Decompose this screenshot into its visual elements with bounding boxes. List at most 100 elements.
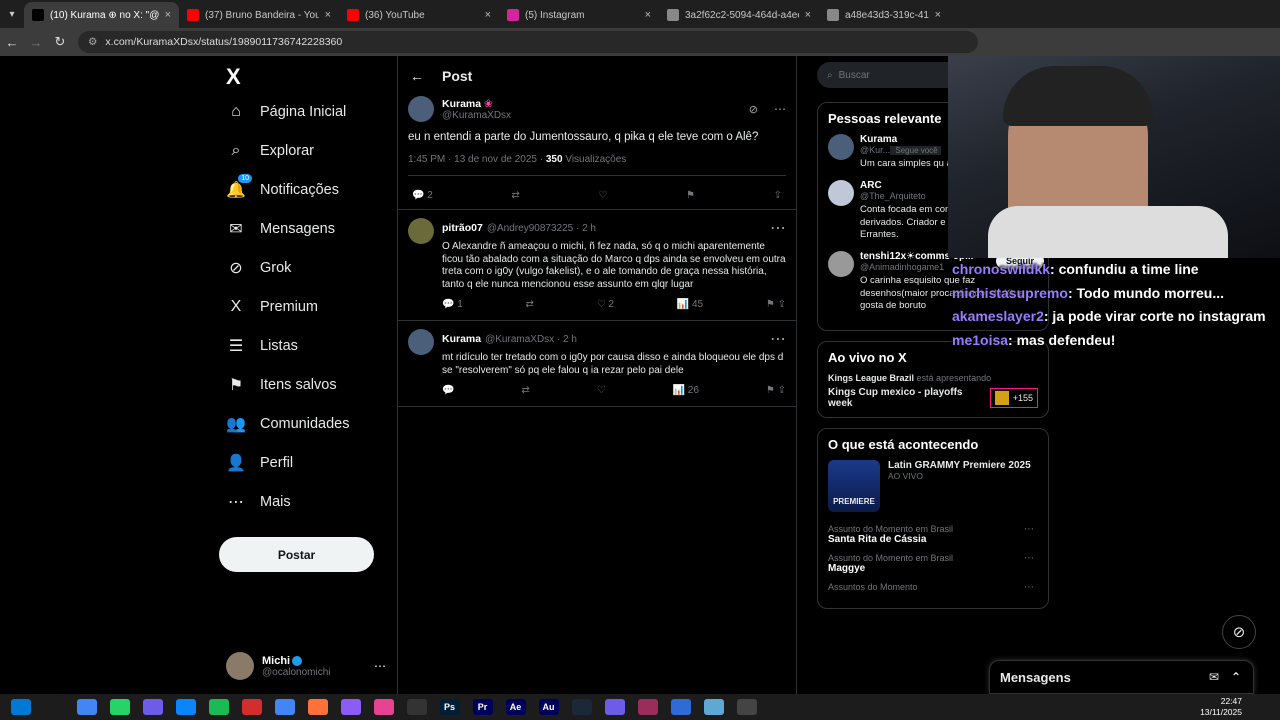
views-button[interactable]: 📊 45 [677, 299, 703, 310]
messages-drawer[interactable]: Mensagens ✉ ⌃ [989, 660, 1254, 694]
new-message-icon[interactable]: ✉ [1209, 670, 1219, 684]
more-icon[interactable]: ⋯ [374, 659, 386, 673]
tweet-time[interactable]: 1:45 PM · 13 de nov de 2025 · [408, 154, 546, 165]
taskbar-ae-icon[interactable]: Ae [505, 699, 526, 715]
taskbar-chrome-icon[interactable] [274, 699, 295, 715]
more-icon[interactable]: ⋯ [1024, 553, 1034, 564]
nav-item-página-inicial[interactable]: ⌂ Página Inicial [226, 102, 346, 122]
taskbar-search-icon[interactable] [43, 699, 64, 715]
trending-event[interactable]: PREMIERE Latin GRAMMY Premiere 2025 AO V… [828, 460, 1038, 513]
close-tab-icon[interactable]: × [805, 9, 811, 21]
post-button[interactable]: Postar [219, 537, 374, 572]
taskbar-chrome-icon[interactable] [76, 699, 97, 715]
taskbar-pr-icon[interactable]: Pr [472, 699, 493, 715]
grok-icon[interactable]: ⊘ [749, 103, 758, 116]
trend-item[interactable]: Assuntos do Momento ⋯ [828, 582, 1038, 593]
more-icon[interactable]: ⋯ [1024, 524, 1034, 535]
bookmark-button[interactable]: ⚑ ⇪ [766, 299, 786, 310]
nav-item-grok[interactable]: ⊘ Grok [226, 258, 291, 278]
taskbar-whatsapp-icon[interactable] [109, 699, 130, 715]
browser-tab[interactable]: (10) Kurama ⊕ no X: "@The_Arq × [24, 2, 179, 28]
taskbar-obs-icon[interactable] [604, 699, 625, 715]
reply-button[interactable]: 💬 2 [412, 190, 433, 201]
url-field[interactable]: ⚙ x.com/KuramaXDsx/status/19890117367422… [78, 31, 978, 53]
reply-button[interactable]: 💬 [442, 385, 454, 396]
account-switcher[interactable]: Michi @ocalonomichi ⋯ [226, 648, 386, 684]
avatar[interactable] [408, 218, 434, 245]
taskbar-app-icon[interactable] [736, 699, 757, 715]
more-icon[interactable]: ⋯ [1024, 582, 1034, 593]
reply-tweet[interactable]: Kurama @KuramaXDsx · 2 h ⋯ mt ridículo ter … [398, 321, 796, 406]
back-button[interactable]: ← [0, 35, 24, 50]
nav-item-explorar[interactable]: ⌕ Explorar [226, 141, 314, 161]
avatar[interactable] [408, 329, 434, 356]
avatar[interactable] [408, 96, 434, 122]
bookmark-button[interactable]: ⚑ ⇪ [766, 385, 786, 396]
author-name[interactable]: pitrão07 [442, 222, 483, 234]
taskbar-opera-icon[interactable] [241, 699, 262, 715]
tab-search-button[interactable]: ▾ [0, 0, 24, 28]
taskbar-spotify-icon[interactable] [208, 699, 229, 715]
taskbar-au-icon[interactable]: Au [538, 699, 559, 715]
nav-item-mais[interactable]: ⋯ Mais [226, 492, 291, 512]
close-tab-icon[interactable]: × [325, 9, 331, 21]
trend-item[interactable]: Assunto do Momento em Brasil Maggye ⋯ [828, 553, 1038, 574]
more-icon[interactable]: ⋯ [770, 218, 786, 238]
browser-tab[interactable]: a48e43d3-319c-41e0-bad6-3e × [819, 2, 949, 28]
close-tab-icon[interactable]: × [165, 9, 171, 21]
reply-button[interactable]: 💬 1 [442, 299, 463, 310]
close-tab-icon[interactable]: × [935, 9, 941, 21]
taskbar-start-icon[interactable] [10, 699, 31, 715]
system-clock[interactable]: 22:47 13/11/2025 [1200, 696, 1242, 719]
repost-button[interactable]: ⇄ [521, 385, 529, 396]
browser-tab[interactable]: (5) Instagram × [499, 2, 659, 28]
share-button[interactable]: ⇪ [774, 190, 782, 201]
repost-button[interactable]: ⇄ [526, 299, 534, 310]
repost-button[interactable]: ⇄ [511, 190, 519, 201]
back-arrow-icon[interactable]: ← [410, 68, 424, 84]
expand-icon[interactable]: ⌃ [1231, 670, 1241, 684]
nav-item-notificações[interactable]: 🔔 10 Notificações [226, 174, 339, 200]
more-icon[interactable]: ⋯ [770, 329, 786, 349]
author-handle[interactable]: @KuramaXDsx [442, 110, 741, 121]
grok-floating-button[interactable]: ⊘ [1222, 615, 1256, 649]
nav-item-listas[interactable]: ☰ Listas [226, 336, 298, 356]
author-handle[interactable]: @KuramaXDsx · 2 h [485, 334, 577, 345]
taskbar-steam-icon[interactable] [571, 699, 592, 715]
views-button[interactable]: 📊 26 [673, 385, 699, 396]
taskbar-edge-icon[interactable] [175, 699, 196, 715]
more-icon[interactable]: ⋯ [774, 102, 786, 116]
taskbar-app-icon[interactable] [703, 699, 724, 715]
reply-tweet[interactable]: pitrão07 @Andrey90873225 · 2 h ⋯ O Alexandr… [398, 210, 796, 320]
like-button[interactable]: ♡ [598, 190, 607, 201]
taskbar-app-icon[interactable] [142, 699, 163, 715]
taskbar-ps-icon[interactable]: Ps [439, 699, 460, 715]
like-button[interactable]: ♡ 2 [597, 299, 614, 310]
taskbar-app-icon[interactable] [340, 699, 361, 715]
nav-item-mensagens[interactable]: ✉ Mensagens [226, 219, 335, 239]
taskbar-app-icon[interactable] [373, 699, 394, 715]
browser-tab[interactable]: (36) YouTube × [339, 2, 499, 28]
close-tab-icon[interactable]: × [645, 9, 651, 21]
browser-tab[interactable]: 3a2f62c2-5094-464d-a4ee-5f5 × [659, 2, 819, 28]
bookmark-button[interactable]: ⚑ [686, 190, 695, 201]
author-name[interactable]: Kurama [442, 333, 481, 345]
author-name[interactable]: Kurama [442, 98, 481, 110]
taskbar-notion-icon[interactable] [406, 699, 427, 715]
forward-button[interactable]: → [24, 35, 48, 50]
trend-item[interactable]: Assunto do Momento em Brasil Santa Rita d… [828, 524, 1038, 545]
close-tab-icon[interactable]: × [485, 9, 491, 21]
taskbar-app-icon[interactable] [637, 699, 658, 715]
nav-item-itens-salvos[interactable]: ⚑ Itens salvos [226, 375, 337, 395]
like-button[interactable]: ♡ [597, 385, 606, 396]
author-handle[interactable]: @Andrey90873225 · 2 h [487, 223, 596, 234]
nav-item-perfil[interactable]: 👤 Perfil [226, 453, 293, 473]
site-info-icon[interactable]: ⚙ [88, 36, 97, 48]
taskbar-firefox-icon[interactable] [307, 699, 328, 715]
nav-item-premium[interactable]: X Premium [226, 297, 318, 317]
taskbar-app-icon[interactable] [670, 699, 691, 715]
reload-button[interactable]: ↻ [48, 34, 72, 50]
nav-item-comunidades[interactable]: 👥 Comunidades [226, 414, 349, 434]
browser-tab[interactable]: (37) Bruno Bandeira - YouTube × [179, 2, 339, 28]
x-logo[interactable]: X [226, 64, 241, 90]
